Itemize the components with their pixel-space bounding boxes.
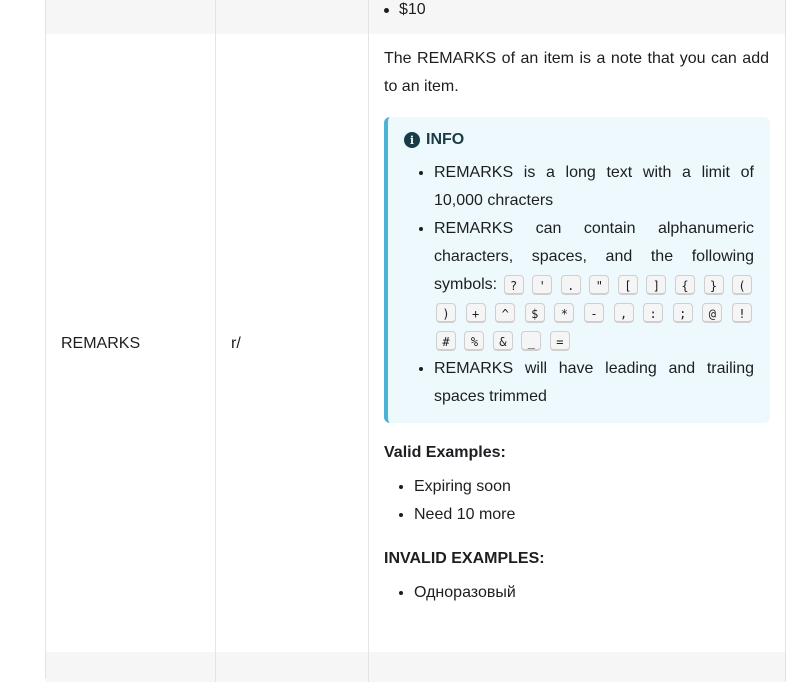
symbol-key: ;	[672, 302, 693, 323]
field-description: The REMARKS of an item is a note that yo…	[384, 50, 769, 95]
symbol-key: &	[492, 330, 513, 351]
invalid-examples-list: Одноразовый	[384, 579, 769, 607]
symbol-key: "	[589, 274, 610, 295]
symbol-key: _	[521, 330, 542, 351]
symbol-key: ^	[495, 302, 516, 323]
field-prefix: r/	[231, 335, 241, 352]
field-description-cell: The REMARKS of an item is a note that yo…	[384, 45, 770, 607]
symbol-key: @	[702, 302, 723, 323]
symbol-key: !	[731, 302, 752, 323]
list-item: $10	[369, 0, 426, 24]
info-title: INFO	[426, 131, 465, 148]
info-admonition: i INFO REMARKS is a long text with a lim…	[384, 117, 770, 423]
info-bullet-trim: REMARKS will have leading and trailing s…	[434, 355, 754, 411]
symbol-key: ,	[613, 302, 634, 323]
symbol-key: '	[532, 274, 553, 295]
info-heading: i INFO	[404, 131, 754, 149]
valid-examples-title: Valid Examples:	[384, 444, 506, 461]
symbol-key: [	[617, 274, 638, 295]
symbol-key: -	[583, 302, 604, 323]
symbol-key: )	[436, 302, 456, 323]
info-list: REMARKS is a long text with a limit of 1…	[404, 159, 754, 411]
symbol-key: }	[703, 274, 724, 295]
previous-row-list: $10	[369, 0, 426, 28]
symbol-key: %	[464, 330, 485, 351]
invalid-examples-title: INVALID EXAMPLES:	[384, 550, 545, 567]
symbol-key: {	[674, 274, 695, 295]
info-icon: i	[404, 132, 420, 148]
symbol-key: :	[643, 302, 664, 323]
symbol-key: ]	[646, 274, 667, 295]
field-name: REMARKS	[61, 335, 141, 352]
symbol-key: #	[436, 330, 456, 351]
symbol-key: ?	[503, 274, 524, 295]
symbol-key: +	[465, 302, 486, 323]
symbol-key: =	[549, 330, 570, 351]
symbol-key: *	[554, 302, 575, 323]
symbol-key: $	[524, 302, 545, 323]
list-item: Одноразовый	[414, 579, 769, 607]
list-item: Expiring soon	[414, 473, 769, 501]
table-row-next	[46, 652, 786, 682]
symbol-key: (	[732, 274, 753, 295]
info-bullet-symbols: REMARKS can contain alphanumeric charact…	[434, 215, 754, 355]
valid-examples-list: Expiring soon Need 10 more	[384, 473, 769, 529]
list-item: Need 10 more	[414, 501, 769, 529]
info-bullet-length: REMARKS is a long text with a limit of 1…	[434, 159, 754, 215]
symbol-key: .	[560, 274, 581, 295]
